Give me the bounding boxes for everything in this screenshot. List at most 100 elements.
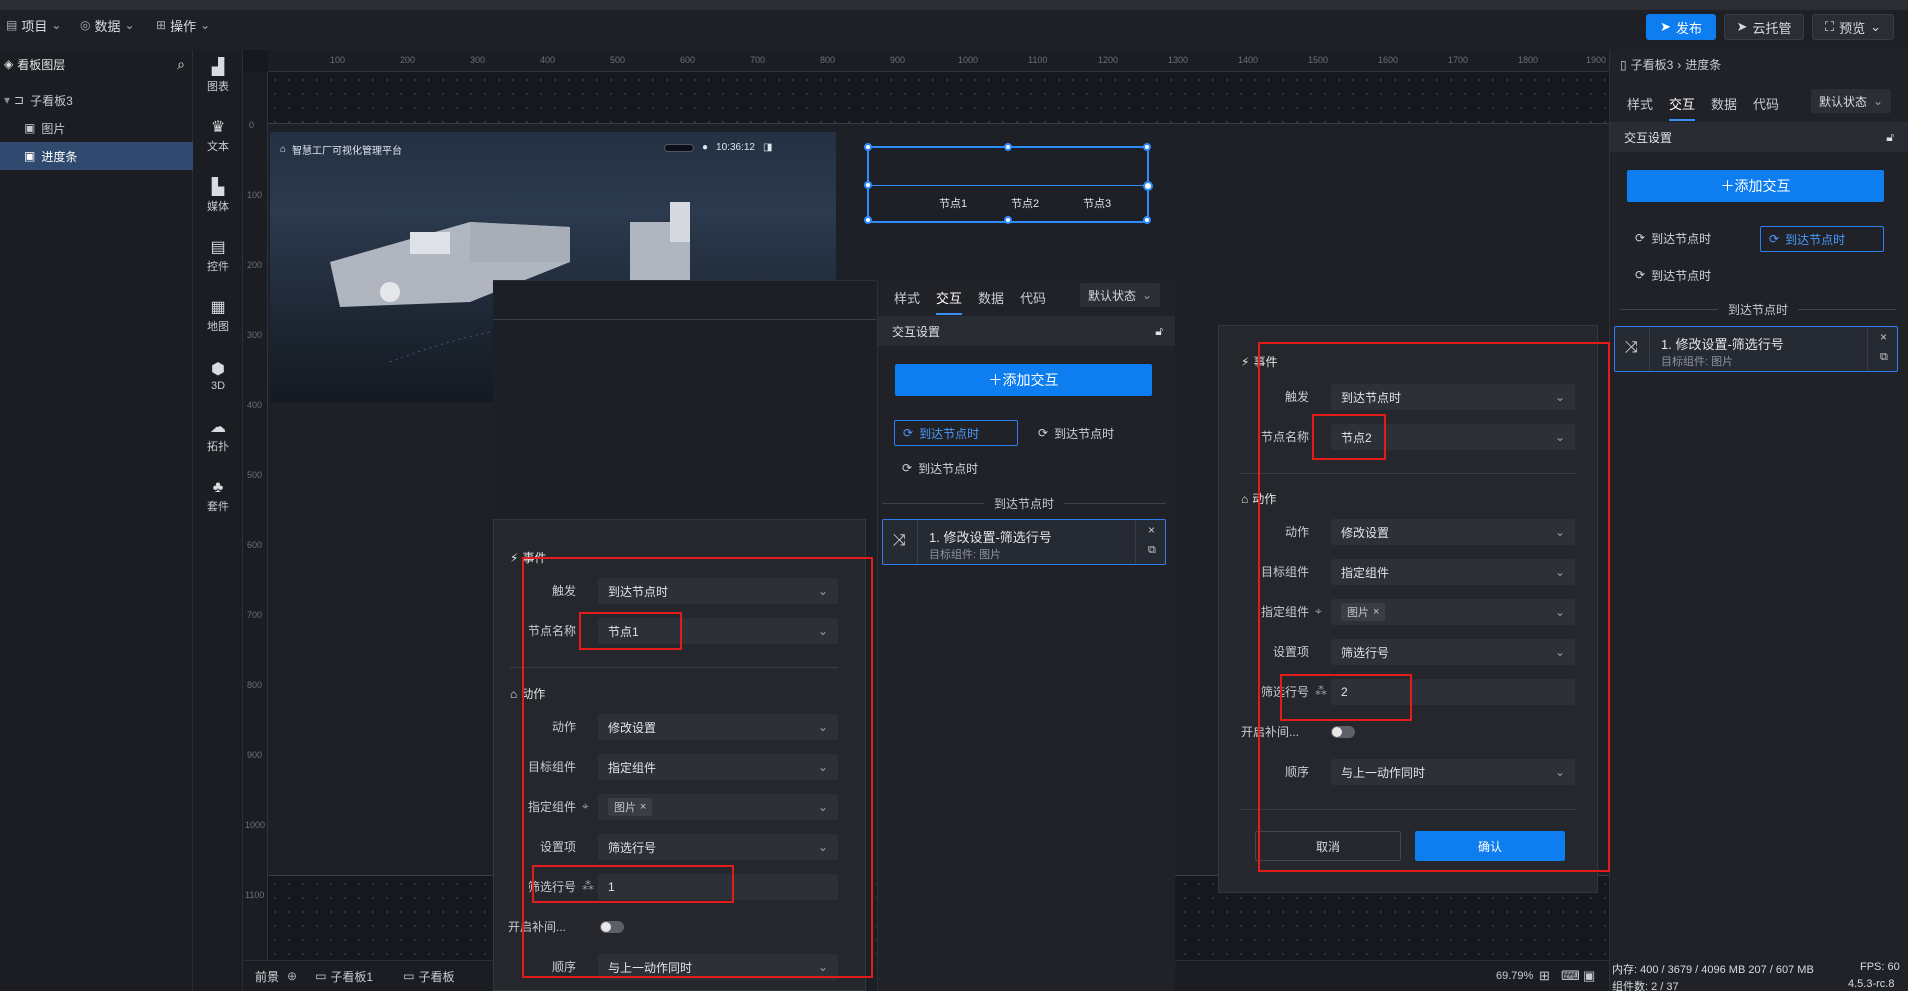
publish-label: 发布 bbox=[1675, 20, 1702, 36]
component-label: 套件 bbox=[207, 501, 229, 513]
lock-icon[interactable]: 🔓︎ bbox=[1886, 130, 1894, 145]
layer-item-image[interactable]: ▣ 图片 bbox=[0, 114, 193, 142]
scene-label[interactable]: 前景 bbox=[255, 968, 279, 985]
highlight-box bbox=[1258, 342, 1610, 872]
event-chip-selected[interactable]: ⟳ 到达节点时 bbox=[894, 420, 1018, 446]
resize-handle[interactable] bbox=[864, 143, 872, 151]
progress-node-3[interactable]: 节点3 bbox=[1083, 195, 1111, 211]
component-control[interactable]: ▤ 控件 bbox=[193, 232, 243, 282]
tab-code[interactable]: 代码 bbox=[1020, 288, 1046, 315]
ruler-tick: 1600 bbox=[1378, 55, 1399, 65]
add-circle-icon[interactable]: ⊕ bbox=[287, 969, 297, 983]
tab-interaction[interactable]: 交互 bbox=[936, 288, 963, 315]
tab-data[interactable]: 数据 bbox=[978, 288, 1004, 315]
progress-bar-selection[interactable]: 节点1 节点2 节点3 bbox=[864, 143, 1153, 224]
event-chip[interactable]: ⟳ 到达节点时 bbox=[1627, 262, 1747, 288]
mid-add-interaction-button[interactable]: ＋添加交互 bbox=[895, 364, 1152, 396]
event-chip[interactable]: ⟳ 到达节点时 bbox=[1030, 420, 1154, 446]
event-chip-selected[interactable]: ⟳ 到达节点时 bbox=[1760, 226, 1884, 252]
sub-board-tab-1[interactable]: ▭ 子看板1 bbox=[315, 968, 373, 985]
menu-data[interactable]: ◎ 数据 ⌄ bbox=[80, 14, 135, 36]
tab-style[interactable]: 样式 bbox=[1627, 94, 1653, 121]
menu-project[interactable]: ▤ 项目 ⌄ bbox=[6, 14, 61, 36]
terminal-icon[interactable]: ▣ bbox=[1583, 968, 1595, 984]
layer-item-group[interactable]: ▾ ⊐ 子看板3 bbox=[0, 86, 193, 114]
action-title: 1. 修改设置-筛选行号 bbox=[929, 530, 1052, 545]
lock-icon[interactable]: 🔓︎ bbox=[1155, 324, 1163, 339]
highlight-box bbox=[1280, 674, 1412, 721]
action-title: 1. 修改设置-筛选行号 bbox=[1661, 337, 1784, 352]
control-icon: ▤ bbox=[210, 239, 226, 256]
board-icon: ▭ bbox=[315, 969, 327, 983]
resize-handle[interactable] bbox=[864, 181, 872, 189]
ruler-tick: 300 bbox=[247, 330, 263, 340]
menu-data-label: 数据 bbox=[94, 18, 121, 34]
cloud-button[interactable]: ➤ 云托管 bbox=[1724, 14, 1804, 40]
layer-item-progress[interactable]: ▣ 进度条 bbox=[0, 142, 193, 170]
keyboard-icon[interactable]: ⌨ bbox=[1561, 968, 1580, 984]
highlight-box bbox=[1312, 414, 1386, 460]
fullscreen-icon: ⛶ bbox=[1824, 19, 1835, 34]
zoom-level[interactable]: 69.79% bbox=[1496, 970, 1533, 982]
tab-style[interactable]: 样式 bbox=[894, 288, 920, 315]
component-media[interactable]: ▙ 媒体 bbox=[193, 172, 243, 222]
pointer-icon: ⟳ bbox=[903, 426, 914, 440]
bolt-icon: ⚡︎ bbox=[1241, 354, 1250, 369]
breadcrumb-item[interactable]: 进度条 bbox=[1685, 56, 1721, 73]
copy-icon[interactable]: ⧉ bbox=[1880, 351, 1888, 364]
state-select[interactable]: 默认状态 ⌄ bbox=[1811, 89, 1891, 113]
component-count: 组件数: 2 / 37 bbox=[1612, 981, 1679, 991]
resize-handle[interactable] bbox=[1143, 181, 1153, 191]
send-icon: ➤ bbox=[1660, 19, 1671, 34]
component-topology[interactable]: ☁ 拓扑 bbox=[193, 412, 243, 462]
component-text[interactable]: ♛ 文本 bbox=[193, 112, 243, 162]
event-chip[interactable]: ⟳ 到达节点时 bbox=[894, 455, 1018, 481]
preview-button[interactable]: ⛶ 预览 ⌄ bbox=[1812, 14, 1894, 40]
ruler-tick: 100 bbox=[247, 190, 263, 200]
component-3d[interactable]: ⬢ 3D bbox=[193, 352, 243, 402]
ruler-tick: 1000 bbox=[958, 55, 979, 65]
state-select-value: 默认状态 bbox=[1819, 94, 1868, 109]
add-interaction-button[interactable]: ＋添加交互 bbox=[1627, 170, 1884, 202]
event-chip-label: 到达节点时 bbox=[918, 461, 979, 476]
resize-handle[interactable] bbox=[1004, 143, 1012, 151]
progress-node-2[interactable]: 节点2 bbox=[1011, 195, 1039, 211]
preview-label: 预览 bbox=[1839, 20, 1866, 36]
resize-handle[interactable] bbox=[864, 216, 872, 224]
mid-action-card[interactable]: ⤨ 1. 修改设置-筛选行号 目标组件: 图片 × ⧉ bbox=[882, 519, 1166, 565]
chart-icon: ▟ bbox=[211, 59, 225, 76]
breadcrumb-item[interactable]: 子看板3 bbox=[1631, 56, 1674, 73]
tab-interaction[interactable]: 交互 bbox=[1669, 94, 1696, 121]
component-chart[interactable]: ▟ 图表 bbox=[193, 52, 243, 102]
search-icon[interactable]: ⌕ bbox=[177, 56, 185, 73]
caret-down-icon: ▾ bbox=[4, 93, 11, 107]
progress-node-1[interactable]: 节点1 bbox=[939, 195, 967, 211]
layer-label: 子看板3 bbox=[30, 93, 73, 108]
menu-operate[interactable]: ⊞ 操作 ⌄ bbox=[156, 14, 210, 36]
resize-handle[interactable] bbox=[1143, 143, 1151, 151]
tab-code[interactable]: 代码 bbox=[1753, 94, 1779, 121]
event-group-divider: 到达节点时 bbox=[1620, 301, 1896, 318]
event-group-label: 到达节点时 bbox=[994, 497, 1055, 511]
close-icon[interactable]: × bbox=[1148, 523, 1155, 537]
sub-board-tab-2[interactable]: ▭ 子看板 bbox=[403, 968, 454, 985]
cloud-icon: ➤ bbox=[1736, 19, 1748, 34]
component-suite[interactable]: ♣ 套件 bbox=[193, 472, 243, 522]
event-chip-label: 到达节点时 bbox=[919, 426, 980, 441]
image-icon: ▣ bbox=[24, 149, 36, 163]
ruler-tick: 900 bbox=[247, 750, 263, 760]
ruler-tick: 600 bbox=[680, 55, 696, 65]
close-icon[interactable]: × bbox=[1880, 330, 1887, 344]
action-card[interactable]: ⤨ 1. 修改设置-筛选行号 目标组件: 图片 × ⧉ bbox=[1614, 326, 1898, 372]
mid-state-select[interactable]: 默认状态 ⌄ bbox=[1080, 283, 1160, 307]
fit-screen-icon[interactable]: ⊞ bbox=[1539, 968, 1550, 984]
resize-handle[interactable] bbox=[1143, 216, 1151, 224]
tab-data[interactable]: 数据 bbox=[1711, 94, 1737, 121]
copy-icon[interactable]: ⧉ bbox=[1148, 544, 1156, 557]
event-chip[interactable]: ⟳ 到达节点时 bbox=[1627, 225, 1747, 251]
publish-button[interactable]: ➤ 发布 bbox=[1646, 14, 1716, 40]
highlight-box bbox=[522, 557, 873, 978]
pointer-icon: ⟳ bbox=[1635, 231, 1646, 245]
resize-handle[interactable] bbox=[1004, 216, 1012, 224]
component-map[interactable]: ▦ 地图 bbox=[193, 292, 243, 342]
